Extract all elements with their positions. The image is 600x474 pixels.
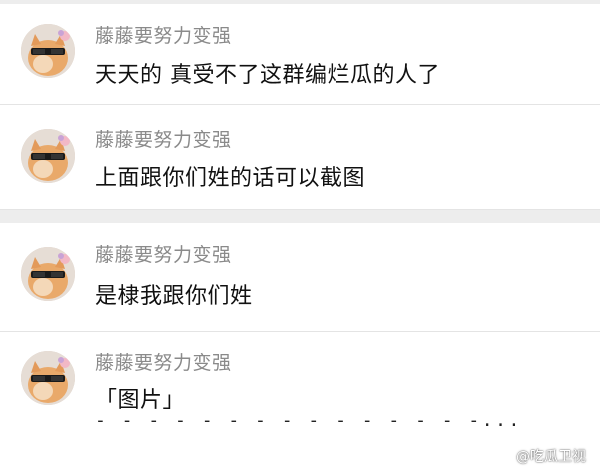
comment-text: 是棣我跟你们姓 bbox=[95, 284, 253, 309]
weibo-logo-icon bbox=[493, 449, 512, 464]
separator-bar bbox=[0, 210, 600, 223]
avatar[interactable] bbox=[21, 247, 75, 301]
comment-item[interactable]: 藤藤要努力变强 上面跟你们姓的话可以截图 bbox=[0, 105, 600, 210]
comment-item[interactable]: 藤藤要努力变强 天天的 真受不了这群编烂瓜的人了 bbox=[0, 4, 600, 105]
avatar[interactable] bbox=[21, 129, 75, 183]
avatar[interactable] bbox=[21, 24, 75, 78]
comment-text: 上面跟你们姓的话可以截图 bbox=[95, 166, 366, 191]
cat-sunglasses-avatar-icon bbox=[21, 24, 75, 78]
truncated-continuation: - - - - - - - - - - - - - - -... bbox=[95, 410, 522, 431]
cat-sunglasses-avatar-icon bbox=[21, 247, 75, 301]
comment-text: 天天的 真受不了这群编烂瓜的人了 bbox=[95, 63, 440, 88]
comment-author[interactable]: 藤藤要努力变强 bbox=[95, 240, 232, 267]
comment-author[interactable]: 藤藤要努力变强 bbox=[95, 21, 232, 48]
cat-sunglasses-avatar-icon bbox=[21, 129, 75, 183]
comment-author[interactable]: 藤藤要努力变强 bbox=[95, 125, 232, 152]
cat-sunglasses-avatar-icon bbox=[21, 351, 75, 405]
watermark: @吃瓜卫视 bbox=[493, 446, 586, 466]
avatar[interactable] bbox=[21, 351, 75, 405]
comment-author[interactable]: 藤藤要努力变强 bbox=[95, 348, 232, 375]
watermark-text: @吃瓜卫视 bbox=[516, 449, 586, 465]
comment-item[interactable]: 藤藤要努力变强 是棣我跟你们姓 bbox=[0, 223, 600, 332]
